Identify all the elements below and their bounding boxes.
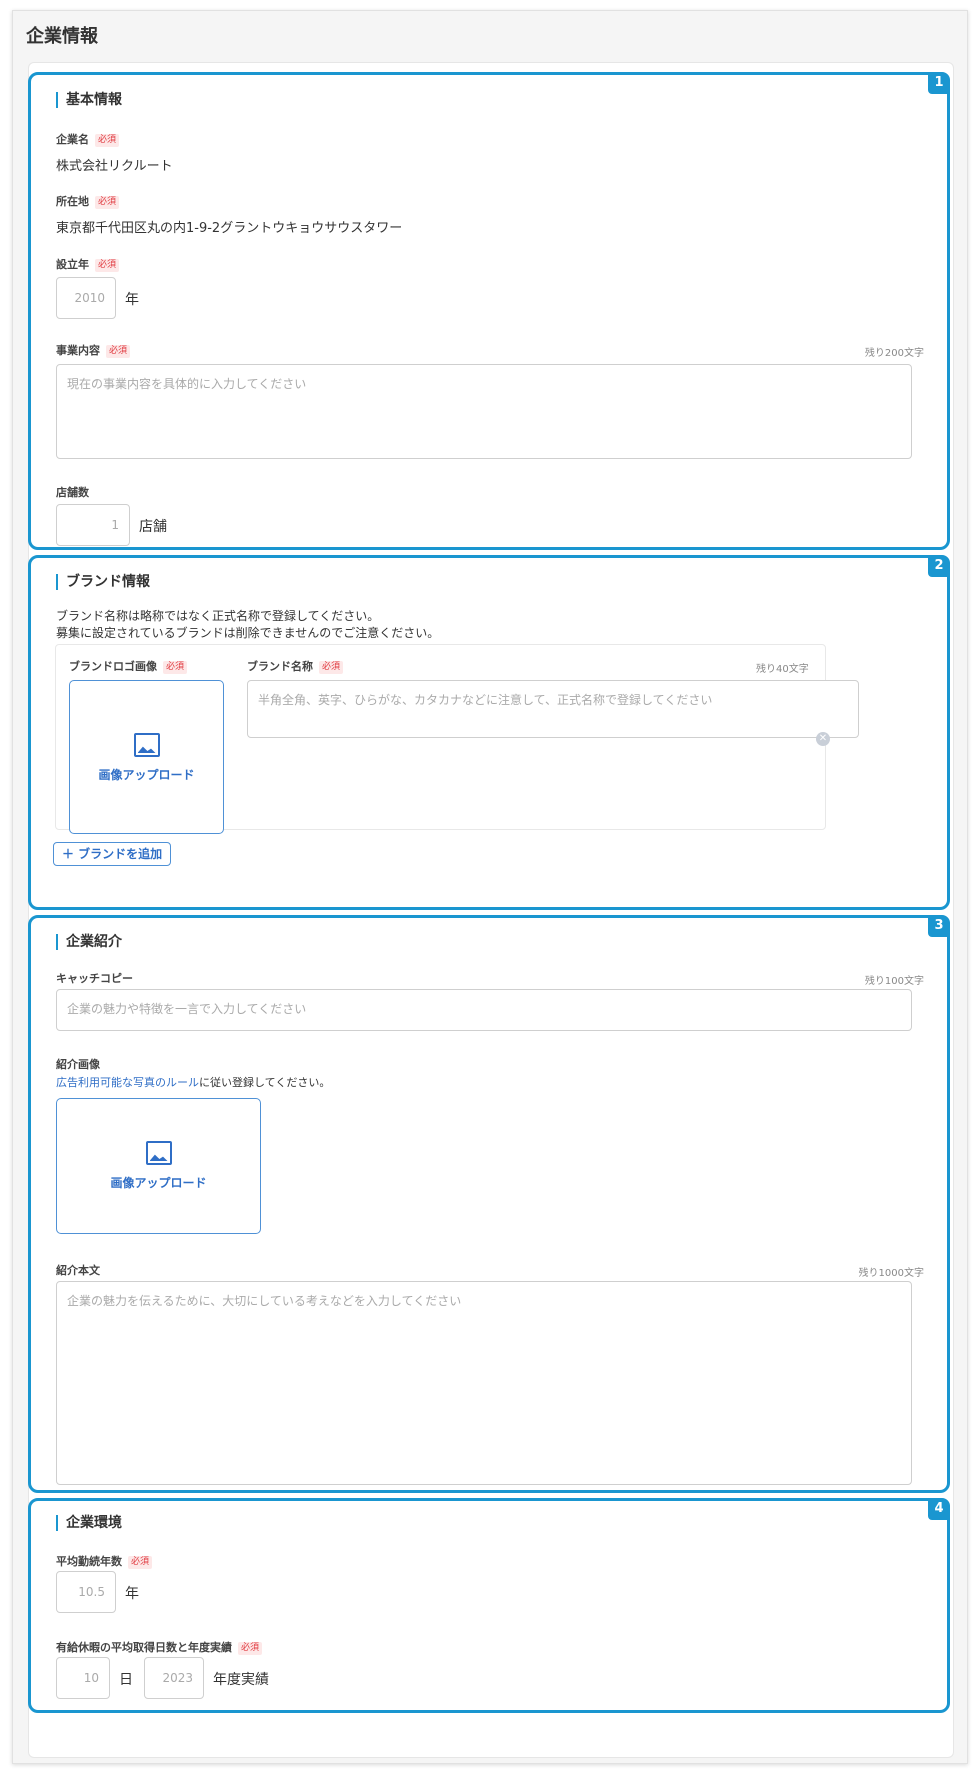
required-badge: 必須 [238, 1642, 263, 1655]
brand-logo-label: ブランドロゴ画像 必須 [69, 658, 188, 674]
section-number-badge: 1 [928, 72, 950, 94]
brand-note-2: 募集に設定されているブランドは削除できませんのでご注意ください。 [56, 626, 440, 640]
brand-name-input[interactable]: 半角全角、英字、ひらがな、カタカナなどに注意して、正式名称で登録してください [247, 680, 859, 738]
photo-rule-text: 広告利用可能な写真のルールに従い登録してください。 [56, 1076, 331, 1089]
section-company-environment: 4 企業環境 平均勤続年数 必須 10.5 年 有給休暇の平均取得日数と年度実績必… [28, 1498, 950, 1713]
intro-body-label: 紹介本文 [56, 1264, 100, 1277]
section-company-intro: 3 企業紹介 キャッチコピー 残り100文字 企業の魅力や特徴を一言で入力してく… [28, 915, 950, 1493]
brand-entry-panel: ブランドロゴ画像 必須 画像アップロード ブランド名称 必須 残り40文字 半角全角… [55, 644, 859, 834]
required-badge: 必須 [163, 661, 188, 674]
required-badge: 必須 [95, 134, 120, 147]
intro-image-label: 紹介画像 [56, 1058, 100, 1071]
catchcopy-counter: 残り100文字 [864, 976, 924, 987]
section-title: 企業紹介 [56, 934, 122, 950]
brand-logo-upload-button[interactable]: 画像アップロード [69, 680, 224, 834]
founded-year-input[interactable]: 2010 [56, 277, 116, 319]
paid-leave-label: 有給休暇の平均取得日数と年度実績 必須 [56, 1639, 263, 1655]
business-content-textarea[interactable]: 現在の事業内容を具体的に入力してください [56, 364, 912, 459]
intro-body-textarea[interactable]: 企業の魅力を伝えるために、大切にしている考えなどを入力してください [56, 1281, 912, 1485]
stores-label: 店舗数 [56, 486, 89, 499]
image-icon [133, 733, 160, 757]
required-badge: 必須 [319, 661, 344, 674]
remove-brand-icon[interactable]: ✕ [816, 732, 830, 746]
photo-rule-link[interactable]: 広告利用可能な写真のルール [56, 1076, 199, 1089]
intro-body-counter: 残り1000文字 [858, 1268, 924, 1279]
paid-leave-days-unit: 日 [119, 1672, 133, 1688]
page-title: 企業情報 [26, 26, 98, 47]
address-value: 東京都千代田区丸の内1-9-2グラントウキョウサウスタワー [56, 221, 403, 236]
average-tenure-unit: 年 [125, 1586, 139, 1602]
add-brand-button[interactable]: ＋ ブランドを追加 [53, 842, 172, 866]
required-badge: 必須 [128, 1556, 153, 1569]
section-number-badge: 4 [928, 1498, 950, 1520]
stores-input[interactable]: 1 [56, 504, 130, 546]
section-title: 基本情報 [56, 92, 122, 108]
founded-year-unit: 年 [125, 292, 139, 308]
business-content-counter: 残り200文字 [864, 348, 924, 359]
paid-leave-year-unit: 年度実績 [213, 1672, 269, 1688]
required-badge: 必須 [95, 259, 120, 272]
stores-unit: 店舗 [139, 519, 167, 535]
brand-note-1: ブランド名称は略称ではなく正式名称で登録してください。 [56, 609, 380, 623]
catchcopy-label: キャッチコピー [56, 972, 133, 985]
average-tenure-input[interactable]: 10.5 [56, 1571, 116, 1613]
company-name-value: 株式会社リクルート [56, 159, 173, 174]
section-number-badge: 3 [928, 915, 950, 937]
paid-leave-year-input[interactable]: 2023 [144, 1657, 204, 1699]
brand-name-label: ブランド名称 必須 [247, 658, 344, 674]
required-badge: 必須 [106, 345, 131, 358]
required-badge: 必須 [95, 196, 120, 209]
intro-image-upload-button[interactable]: 画像アップロード [56, 1098, 261, 1234]
address-label: 所在地 必須 [56, 193, 120, 209]
section-brand-info: 2 ブランド情報 ブランド名称は略称ではなく正式名称で登録してください。 募集に… [28, 555, 950, 910]
company-name-label: 企業名 必須 [56, 131, 120, 147]
average-tenure-label: 平均勤続年数 必須 [56, 1553, 153, 1569]
section-title: 企業環境 [56, 1515, 122, 1531]
section-title: ブランド情報 [56, 574, 150, 590]
upload-label: 画像アップロード [98, 768, 195, 782]
catchcopy-input[interactable]: 企業の魅力や特徴を一言で入力してください [56, 989, 912, 1031]
section-number-badge: 2 [928, 555, 950, 577]
brand-name-counter: 残り40文字 [756, 664, 809, 675]
section-basic-info: 1 基本情報 企業名 必須 株式会社リクルート 所在地 必須 東京都千代田区丸の内1… [28, 72, 950, 550]
business-content-label: 事業内容 必須 [56, 342, 131, 358]
upload-label: 画像アップロード [110, 1176, 207, 1190]
paid-leave-days-input[interactable]: 10 [56, 1657, 110, 1699]
image-icon [145, 1141, 172, 1165]
founded-year-label: 設立年 必須 [56, 256, 120, 272]
